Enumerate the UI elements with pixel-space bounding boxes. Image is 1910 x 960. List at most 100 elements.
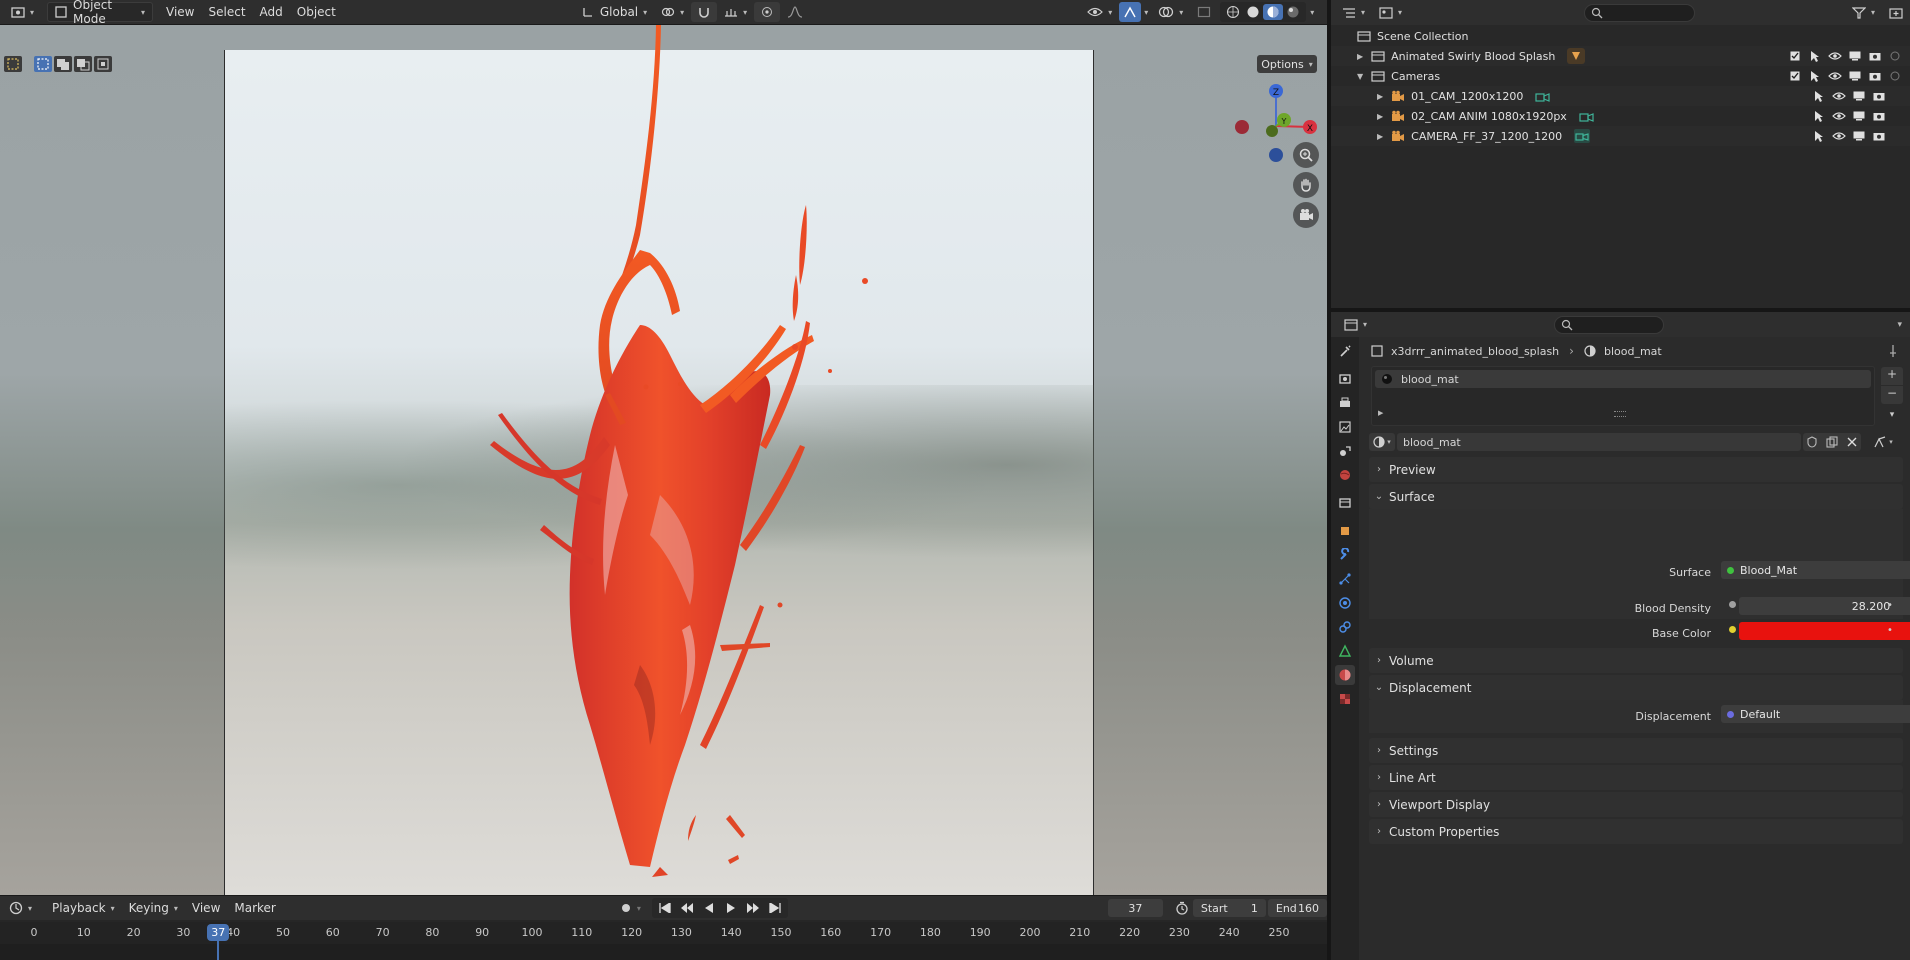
expand-arrow-icon[interactable]: ▶ <box>1377 132 1383 141</box>
snap-target-dropdown[interactable]: ▾ <box>717 2 754 22</box>
pivot-dropdown[interactable]: ▾ <box>654 2 691 22</box>
render-camera-icon[interactable] <box>1872 90 1886 102</box>
panel-viewport-display[interactable]: › Viewport Display <box>1369 792 1903 817</box>
3d-viewport[interactable]: Options ▾ Z X Y <box>0 25 1327 895</box>
select-tool-button[interactable] <box>4 56 22 72</box>
playhead[interactable]: 37 <box>207 924 230 941</box>
tab-texture[interactable] <box>1335 689 1355 709</box>
gizmo-toggle[interactable] <box>1119 2 1142 22</box>
eye-icon[interactable] <box>1828 70 1842 82</box>
filter-dropdown[interactable]: ▾ <box>1845 3 1882 23</box>
prev-keyframe-icon[interactable] <box>677 900 697 916</box>
panel-line-art[interactable]: › Line Art <box>1369 765 1903 790</box>
xray-toggle[interactable] <box>1190 2 1218 22</box>
tab-data[interactable] <box>1335 641 1355 661</box>
monitor-icon[interactable] <box>1848 70 1862 82</box>
gizmo-dropdown[interactable]: ▾ <box>1141 2 1151 22</box>
timeline-ruler[interactable]: 0 10 20 30 40 50 60 70 80 90 100 110 120 130 140 150 160… <box>0 922 1327 960</box>
menu-select[interactable]: Select <box>202 2 253 22</box>
monitor-icon[interactable] <box>1848 50 1862 62</box>
tab-collection[interactable] <box>1335 493 1355 513</box>
proportional-edit-toggle[interactable] <box>754 2 781 22</box>
holdout-icon[interactable] <box>1888 70 1902 82</box>
outliner-row-camera[interactable]: ▶ 02_CAM ANIM 1080x1920px <box>1331 106 1910 126</box>
monitor-icon[interactable] <box>1852 90 1866 102</box>
tab-output[interactable] <box>1335 393 1355 413</box>
material-shading-icon[interactable] <box>1263 4 1284 20</box>
eye-icon[interactable] <box>1832 130 1846 142</box>
expand-arrow-icon[interactable]: ▶ <box>1377 112 1383 121</box>
outliner-row-camera[interactable]: ▶ CAMERA_FF_37_1200_1200 <box>1331 126 1910 146</box>
play-reverse-icon[interactable] <box>699 900 719 916</box>
start-frame-field[interactable]: Start 1 <box>1192 899 1266 917</box>
menu-view[interactable]: View <box>159 2 201 22</box>
monitor-icon[interactable] <box>1852 110 1866 122</box>
selectable-arrow-icon[interactable] <box>1812 90 1826 102</box>
menu-add[interactable]: Add <box>253 2 290 22</box>
selectable-arrow-icon[interactable] <box>1808 50 1822 62</box>
current-frame-field[interactable]: 37 <box>1107 899 1163 917</box>
menu-marker[interactable]: Marker <box>227 898 282 918</box>
outliner-row-cameras[interactable]: ▼ Cameras <box>1331 66 1910 86</box>
solid-shading-icon[interactable] <box>1243 4 1263 20</box>
render-camera-icon[interactable] <box>1868 50 1882 62</box>
visibility-dropdown[interactable]: ▾ <box>1080 2 1119 22</box>
properties-editor-type-button[interactable]: ▾ <box>1337 315 1374 335</box>
tab-material[interactable] <box>1335 665 1355 685</box>
menu-object[interactable]: Object <box>290 2 343 22</box>
outliner-scene-collection[interactable]: Scene Collection <box>1331 26 1910 46</box>
eye-icon[interactable] <box>1832 110 1846 122</box>
tab-constraints[interactable] <box>1335 617 1355 637</box>
keyframe-dot-icon[interactable]: • <box>1887 625 1893 636</box>
stopwatch-icon[interactable] <box>1175 901 1189 915</box>
mode-dropdown[interactable]: Object Mode ▾ <box>47 0 154 26</box>
expand-arrow-icon[interactable]: ▶ <box>1377 92 1383 101</box>
tab-view-layer[interactable] <box>1335 417 1355 437</box>
unlink-x-icon[interactable] <box>1847 437 1857 447</box>
zoom-button[interactable] <box>1293 142 1319 168</box>
camera-view-button[interactable] <box>1293 202 1319 228</box>
remove-slot-icon[interactable]: − <box>1881 386 1903 404</box>
tab-tool[interactable] <box>1335 341 1355 361</box>
list-expand-arrow-icon[interactable]: ▶ <box>1378 409 1383 417</box>
rendered-shading-icon[interactable] <box>1283 4 1303 20</box>
select-subtract-mode-button[interactable] <box>74 56 92 72</box>
timeline-editor-type-button[interactable]: ▾ <box>2 898 39 918</box>
tab-particles[interactable] <box>1335 569 1355 589</box>
selectable-arrow-icon[interactable] <box>1808 70 1822 82</box>
jump-start-icon[interactable] <box>655 900 675 916</box>
fake-user-shield-icon[interactable] <box>1807 436 1817 448</box>
editor-type-button[interactable]: ▾ <box>4 2 41 22</box>
tab-physics[interactable] <box>1335 593 1355 613</box>
eye-icon[interactable] <box>1828 50 1842 62</box>
resize-handle-icon[interactable] <box>1614 411 1626 417</box>
outliner-row-camera[interactable]: ▶ 01_CAM_1200x1200 <box>1331 86 1910 106</box>
checkbox-icon[interactable] <box>1788 50 1802 62</box>
render-camera-icon[interactable] <box>1872 110 1886 122</box>
keyframe-dot-icon[interactable]: • <box>1887 600 1893 611</box>
material-slot-item[interactable]: blood_mat <box>1375 370 1871 388</box>
holdout-icon[interactable] <box>1888 50 1902 62</box>
properties-options-chevron-icon[interactable]: ▾ <box>1897 320 1902 330</box>
render-camera-icon[interactable] <box>1868 70 1882 82</box>
play-icon[interactable] <box>721 900 741 916</box>
panel-surface[interactable]: ⌄ Surface <box>1369 484 1903 509</box>
menu-playback[interactable]: Playback ▾ <box>45 898 122 918</box>
outliner-row-collection[interactable]: ▶ Animated Swirly Blood Splash <box>1331 46 1910 66</box>
duplicate-icon[interactable] <box>1826 436 1838 448</box>
transform-orientation-dropdown[interactable]: Global ▾ <box>575 2 654 22</box>
link-dropdown[interactable]: ▾ <box>1869 433 1897 451</box>
selectable-arrow-icon[interactable] <box>1812 110 1826 122</box>
new-collection-button[interactable] <box>1882 3 1910 23</box>
tab-object[interactable] <box>1335 521 1355 541</box>
pan-button[interactable] <box>1293 172 1319 198</box>
next-keyframe-icon[interactable] <box>743 900 763 916</box>
tab-world[interactable] <box>1335 465 1355 485</box>
monitor-icon[interactable] <box>1852 130 1866 142</box>
outliner-editor-type-button[interactable]: ▾ <box>1335 3 1372 23</box>
browse-material-button[interactable]: ▾ <box>1369 433 1395 451</box>
material-name-field[interactable]: blood_mat <box>1397 433 1801 451</box>
jump-end-icon[interactable] <box>765 900 785 916</box>
render-camera-icon[interactable] <box>1872 130 1886 142</box>
panel-settings[interactable]: › Settings <box>1369 738 1903 763</box>
